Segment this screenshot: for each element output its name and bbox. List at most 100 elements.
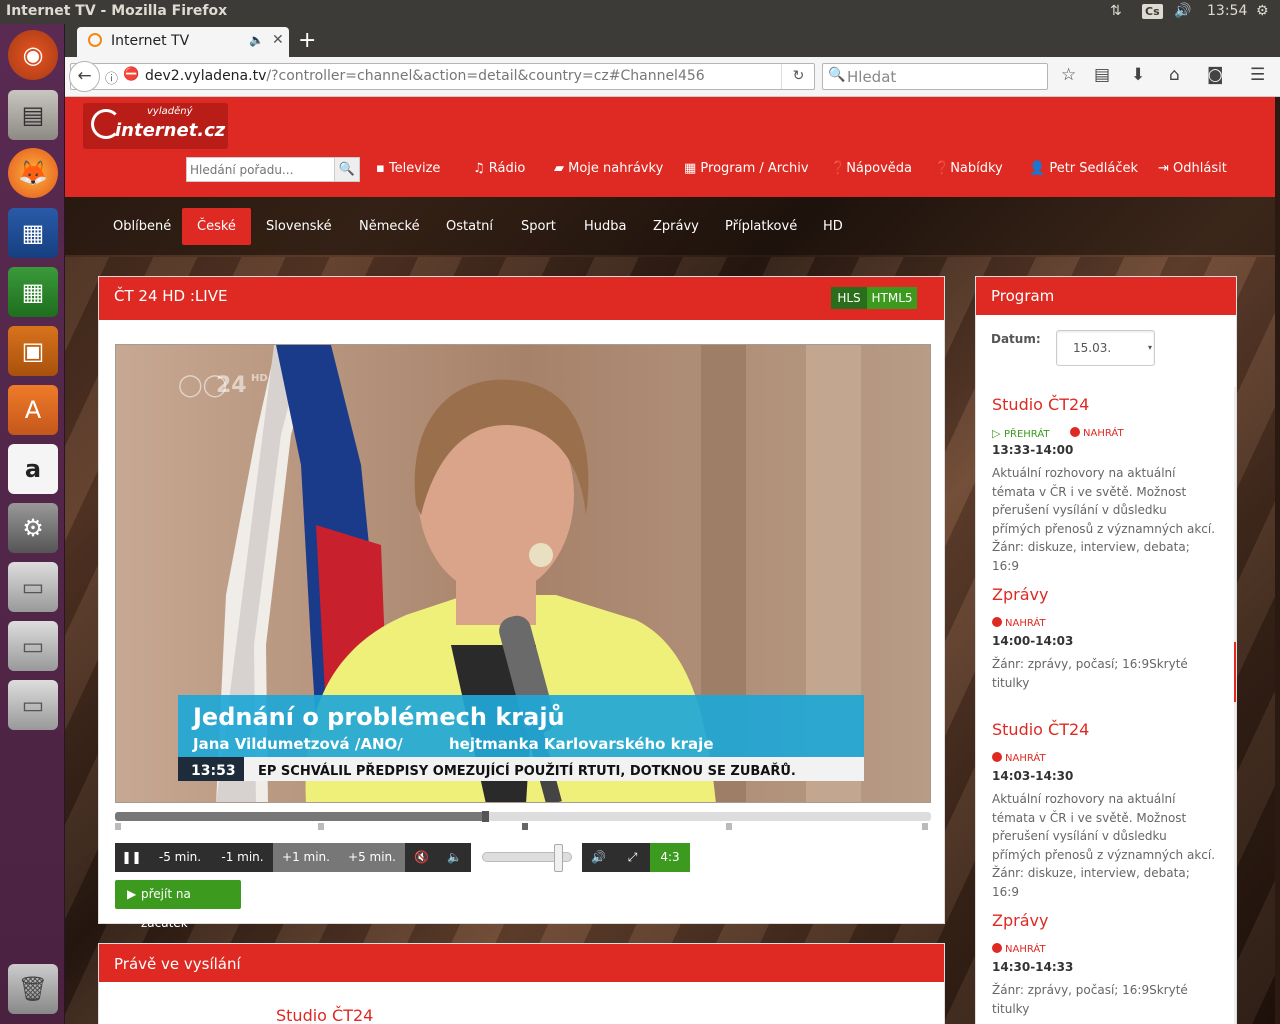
nav-recordings[interactable]: ▰ Moje nahrávky bbox=[554, 161, 663, 176]
power-icon[interactable]: ⚙ bbox=[1256, 3, 1269, 19]
keyboard-layout-indicator[interactable]: Cs bbox=[1142, 4, 1163, 19]
tab-strip: Internet TV 🔈 ✕ + bbox=[65, 24, 1280, 57]
record-button[interactable]: NAHRÁT bbox=[992, 752, 1046, 764]
logout-icon: ⇥ bbox=[1158, 161, 1174, 176]
record-button[interactable]: NAHRÁT bbox=[992, 943, 1046, 955]
info-icon[interactable]: ⓘ bbox=[105, 68, 118, 87]
program-item-title[interactable]: Studio ČT24 bbox=[992, 720, 1089, 739]
drive-icon[interactable]: ▭ bbox=[8, 621, 58, 671]
network-icon[interactable]: ⇅ bbox=[1110, 3, 1122, 19]
reload-icon[interactable]: ↻ bbox=[781, 64, 815, 89]
aspect-ratio-button[interactable]: 4:3 bbox=[650, 843, 690, 872]
pause-button[interactable]: ❚❚ bbox=[115, 843, 148, 872]
program-scrollbar-thumb[interactable] bbox=[1234, 642, 1236, 702]
tab-close-icon[interactable]: ✕ bbox=[272, 32, 284, 48]
menu-icon[interactable]: ☰ bbox=[1250, 65, 1265, 85]
video-frame: ◯◯ 24 HD Jednání o problémech krajů Jana… bbox=[116, 345, 930, 802]
nav-radio[interactable]: ♫ Rádio bbox=[473, 161, 525, 176]
volume-icon[interactable]: 🔊 bbox=[1174, 3, 1191, 19]
calc-icon[interactable]: ▦ bbox=[8, 267, 58, 317]
seek-bar-fill bbox=[115, 812, 483, 821]
nav-user[interactable]: 👤 Petr Sedláček bbox=[1029, 161, 1138, 176]
download-icon[interactable]: ⬇ bbox=[1131, 65, 1145, 85]
caption-title: Jednání o problémech krajů bbox=[191, 703, 565, 731]
seek-bar[interactable] bbox=[115, 811, 931, 822]
nav-offers[interactable]: ❓Nabídky bbox=[934, 161, 1003, 176]
software-center-icon[interactable]: A bbox=[8, 385, 58, 435]
files-icon[interactable]: ▤ bbox=[8, 90, 58, 140]
category-oblibene[interactable]: Oblíbené bbox=[98, 208, 186, 245]
seek-marker bbox=[318, 823, 324, 830]
category-hudba[interactable]: Hudba bbox=[569, 208, 642, 245]
program-scrollbar[interactable] bbox=[1234, 387, 1236, 1024]
impress-icon[interactable]: ▣ bbox=[8, 326, 58, 376]
category-nemecke[interactable]: Německé bbox=[344, 208, 435, 245]
back-button[interactable]: ← bbox=[69, 61, 100, 92]
forward-5-button[interactable]: +5 min. bbox=[339, 843, 405, 872]
browser-tab[interactable]: Internet TV 🔈 ✕ bbox=[77, 27, 289, 57]
category-slovenske[interactable]: Slovenské bbox=[251, 208, 347, 245]
rewind-1-button[interactable]: -1 min. bbox=[212, 843, 273, 872]
record-button[interactable]: NAHRÁT bbox=[1070, 427, 1124, 439]
category-hd[interactable]: HD bbox=[808, 208, 858, 245]
reading-list-icon[interactable]: ▤ bbox=[1094, 65, 1110, 85]
volume-slider[interactable] bbox=[482, 844, 572, 872]
nav-logout[interactable]: ⇥ Odhlásit bbox=[1158, 161, 1227, 176]
now-playing-title: Právě ve vysílání bbox=[114, 955, 241, 973]
ubuntu-dash-icon[interactable]: ◉ bbox=[8, 30, 58, 80]
settings-icon[interactable]: ⚙ bbox=[8, 503, 58, 553]
url-bar[interactable]: ⓘ ⛔ dev2.vyladena.tv/?controller=channel… bbox=[70, 63, 815, 90]
bookmark-star-icon[interactable]: ☆ bbox=[1061, 65, 1076, 85]
forward-1-button[interactable]: +1 min. bbox=[273, 843, 339, 872]
site-logo[interactable]: vyladěný internet.cz bbox=[83, 103, 228, 149]
mixed-content-icon[interactable]: ⛔ bbox=[123, 67, 139, 82]
search-button[interactable]: 🔍 bbox=[334, 158, 359, 181]
writer-icon[interactable]: ▦ bbox=[8, 208, 58, 258]
now-playing-show[interactable]: Studio ČT24 bbox=[276, 1006, 373, 1024]
drive-icon[interactable]: ▭ bbox=[8, 562, 58, 612]
tab-audio-icon[interactable]: 🔈 bbox=[249, 33, 264, 47]
search-bar[interactable]: 🔍 Hledat bbox=[822, 63, 1048, 90]
nav-televize[interactable]: ▪ Televize bbox=[376, 161, 440, 176]
volume-slider-handle[interactable] bbox=[553, 844, 563, 872]
new-tab-button[interactable]: + bbox=[298, 28, 316, 53]
show-search-input[interactable] bbox=[187, 158, 335, 181]
video-player[interactable]: ◯◯ 24 HD Jednání o problémech krajů Jana… bbox=[115, 344, 931, 803]
category-zpravy[interactable]: Zprávy bbox=[638, 208, 714, 245]
category-sport[interactable]: Sport bbox=[506, 208, 571, 245]
program-item-title[interactable]: Zprávy bbox=[992, 911, 1048, 930]
format-hls-button[interactable]: HLS bbox=[831, 287, 867, 309]
firefox-icon[interactable]: 🦊 bbox=[8, 148, 58, 198]
player-panel: ČT 24 HD :LIVE HLS HTML5 ◯◯ 24 HD Jednán… bbox=[98, 276, 945, 930]
clock[interactable]: 13:54 bbox=[1207, 3, 1247, 19]
mute-button[interactable]: 🔇 bbox=[405, 843, 438, 872]
home-icon[interactable]: ⌂ bbox=[1169, 65, 1180, 85]
trash-icon[interactable]: 🗑 bbox=[8, 964, 58, 1014]
category-ostatni[interactable]: Ostatní bbox=[431, 208, 508, 245]
nav-program-archive[interactable]: ▦ Program / Archiv bbox=[684, 161, 809, 176]
seek-handle[interactable] bbox=[482, 811, 490, 822]
program-item-time: 14:00-14:03 bbox=[992, 634, 1074, 648]
date-select[interactable]: 15.03. ▾ bbox=[1056, 330, 1155, 366]
volume-up-button[interactable]: 🔊 bbox=[582, 843, 615, 872]
music-note-icon: ♫ bbox=[473, 161, 489, 176]
play-button[interactable]: ▷ PŘEHRÁT bbox=[992, 427, 1050, 440]
record-button[interactable]: NAHRÁT bbox=[992, 617, 1046, 629]
amazon-icon[interactable]: a bbox=[8, 444, 58, 494]
program-item-title[interactable]: Zprávy bbox=[992, 585, 1048, 604]
search-icon: 🔍 bbox=[828, 67, 846, 83]
category-priplatkove[interactable]: Příplatkové bbox=[710, 208, 812, 245]
format-html5-button[interactable]: HTML5 bbox=[867, 287, 917, 309]
pocket-icon[interactable]: ◙ bbox=[1207, 65, 1224, 85]
program-item-title[interactable]: Studio ČT24 bbox=[992, 395, 1089, 414]
rewind-5-button[interactable]: -5 min. bbox=[148, 843, 212, 872]
fullscreen-button[interactable]: ⤢ bbox=[615, 843, 650, 872]
category-ceske[interactable]: České bbox=[182, 208, 251, 245]
site-header: vyladěný internet.cz 🔍 ▪ Televize ♫ Rádi… bbox=[65, 97, 1275, 197]
page-scrollbar[interactable] bbox=[1275, 97, 1280, 1024]
now-playing-panel: Právě ve vysílání Studio ČT24 bbox=[98, 943, 945, 1024]
drive-icon[interactable]: ▭ bbox=[8, 680, 58, 730]
goto-start-button[interactable]: ▶ přejít na začátek bbox=[115, 880, 241, 930]
nav-help[interactable]: ❓Nápověda bbox=[830, 161, 912, 176]
volume-down-button[interactable]: 🔈 bbox=[438, 843, 471, 872]
